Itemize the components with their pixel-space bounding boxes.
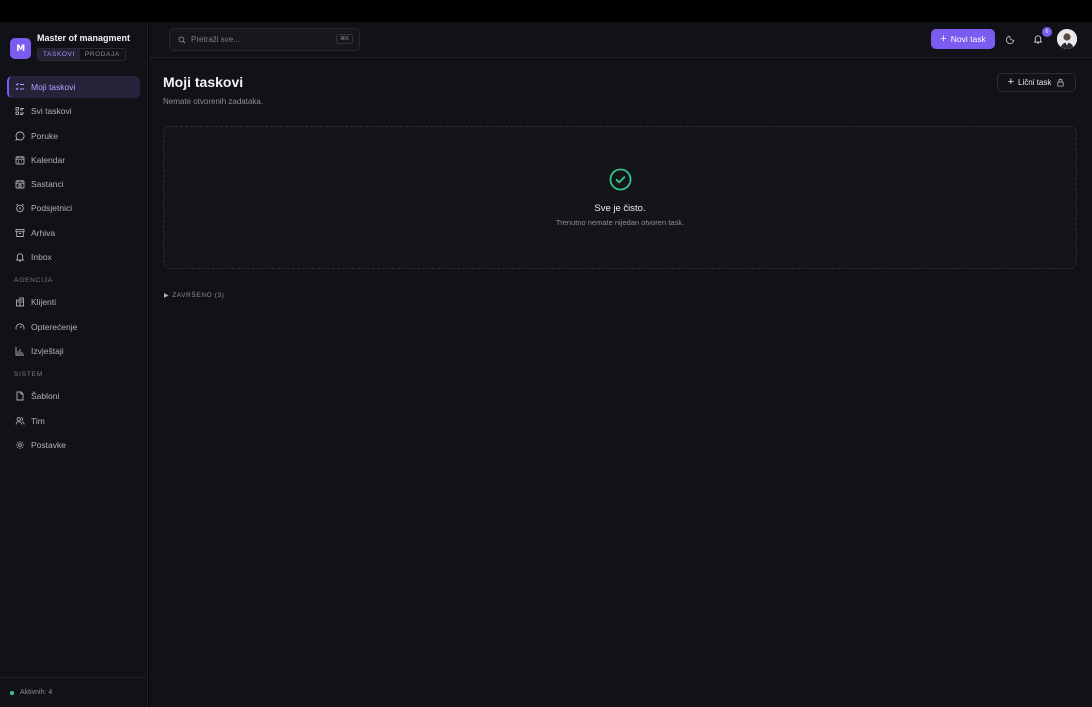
- workspace-tabs: TASKOVI PRODAJA: [37, 48, 126, 61]
- moon-icon: [1006, 34, 1016, 44]
- sidebar-item-postavke[interactable]: Postavke: [7, 434, 140, 456]
- section-label-sistem: SISTEM: [14, 371, 43, 379]
- search-icon: [178, 36, 186, 44]
- new-task-label: Novi task: [950, 34, 986, 44]
- bell-icon: [15, 252, 25, 262]
- lock-icon: [1057, 78, 1064, 87]
- plus-icon: +: [1007, 76, 1015, 88]
- page-title: Moji taskovi: [163, 74, 244, 90]
- message-icon: [15, 131, 25, 141]
- sidebar-item-label: Tim: [31, 415, 45, 426]
- active-users-status: Aktivnih: 4: [0, 677, 148, 707]
- new-task-button[interactable]: + Novi task: [931, 29, 995, 49]
- sidebar-item-label: Moji taskovi: [31, 82, 76, 92]
- user-photo-icon: [1057, 29, 1077, 49]
- plus-icon: +: [940, 32, 947, 45]
- online-dot-icon: [10, 690, 14, 695]
- meeting-calendar-icon: [15, 179, 25, 189]
- tab-taskovi[interactable]: TASKOVI: [38, 49, 80, 60]
- sidebar-item-label: Izvještaji: [31, 345, 64, 356]
- sidebar-item-label: Opterećenje: [31, 321, 78, 332]
- building-icon: [15, 297, 25, 307]
- sidebar-item-label: Klijenti: [31, 297, 57, 308]
- calendar-icon: [15, 155, 25, 165]
- search-input[interactable]: [191, 35, 331, 44]
- sidebar-item-izvjestaji[interactable]: Izvještaji: [7, 340, 140, 362]
- sidebar: M Master of managment TASKOVI PRODAJA Mo…: [0, 22, 148, 707]
- brand-title: Master of managment: [37, 33, 131, 43]
- empty-state-title: Sve je čisto.: [594, 203, 646, 214]
- check-circle-icon: [609, 168, 632, 191]
- personal-task-label: Lični task: [1018, 78, 1052, 87]
- sidebar-nav: Moji taskovi Svi taskovi Poruke Kalendar…: [7, 76, 140, 458]
- completed-section-toggle[interactable]: ▶ ZAVRŠENO (3): [164, 292, 224, 299]
- sidebar-item-label: Poruke: [31, 130, 58, 141]
- sidebar-item-arhiva[interactable]: Arhiva: [7, 222, 140, 244]
- list-icon: [15, 106, 25, 116]
- theme-toggle-button[interactable]: [1004, 32, 1018, 46]
- gauge-icon: [15, 322, 25, 332]
- page-subtitle: Nemate otvorenih zadataka.: [163, 97, 264, 106]
- brand: M Master of managment TASKOVI PRODAJA: [10, 33, 142, 63]
- gear-icon: [15, 440, 25, 450]
- sidebar-item-kalendar[interactable]: Kalendar: [7, 149, 140, 171]
- triangle-right-icon: ▶: [164, 293, 170, 299]
- tab-prodaja[interactable]: PRODAJA: [80, 49, 125, 60]
- sidebar-item-label: Arhiva: [31, 227, 56, 238]
- file-icon: [15, 391, 25, 401]
- bell-icon: [1033, 34, 1043, 44]
- sidebar-item-label: Svi taskovi: [31, 106, 72, 117]
- sidebar-item-svi-taskovi[interactable]: Svi taskovi: [7, 100, 140, 122]
- notification-badge: 6: [1042, 27, 1052, 37]
- sidebar-item-sastanci[interactable]: Sastanci: [7, 173, 140, 195]
- main-content: Moji taskovi Nemate otvorenih zadataka. …: [149, 58, 1092, 707]
- sidebar-item-podsjetnici[interactable]: Podsjetnici: [7, 197, 140, 219]
- avatar[interactable]: [1057, 29, 1077, 49]
- sidebar-item-label: Inbox: [31, 252, 52, 263]
- archive-icon: [15, 228, 25, 238]
- personal-task-button[interactable]: + Lični task: [997, 73, 1076, 92]
- section-label-agencija: AGENCIJA: [14, 277, 53, 285]
- empty-state-card: Sve je čisto. Trenutno nemate nijedan ot…: [163, 126, 1077, 269]
- search-box[interactable]: ⌘K: [169, 28, 360, 51]
- sidebar-item-poruke[interactable]: Poruke: [7, 125, 140, 147]
- window-top-bar: [0, 0, 1092, 22]
- bar-chart-icon: [15, 346, 25, 356]
- sidebar-item-moji-taskovi[interactable]: Moji taskovi: [7, 76, 140, 98]
- sidebar-item-label: Postavke: [31, 439, 66, 450]
- sidebar-item-inbox[interactable]: Inbox: [7, 246, 140, 268]
- sidebar-item-opterecenje[interactable]: Opterećenje: [7, 316, 140, 338]
- sidebar-item-label: Kalendar: [31, 154, 66, 165]
- users-icon: [15, 416, 25, 426]
- brand-logo[interactable]: M: [10, 38, 31, 59]
- sidebar-item-tim[interactable]: Tim: [7, 410, 140, 432]
- top-header: ⌘K + Novi task 6: [149, 22, 1092, 58]
- search-shortcut: ⌘K: [335, 34, 353, 44]
- completed-label: ZAVRŠENO (3): [172, 292, 225, 299]
- sidebar-item-label: Podsjetnici: [31, 203, 73, 214]
- brand-logo-text: M: [16, 43, 25, 54]
- sidebar-item-label: Sastanci: [31, 179, 64, 190]
- sidebar-item-label: Šabloni: [31, 391, 60, 402]
- empty-state-subtitle: Trenutno nemate nijedan otvoren task.: [555, 218, 685, 227]
- sidebar-item-sabloni[interactable]: Šabloni: [7, 385, 140, 407]
- active-count: Aktivnih: 4: [20, 689, 53, 696]
- alarm-clock-icon: [15, 203, 25, 213]
- list-check-icon: [15, 82, 25, 92]
- sidebar-item-klijenti[interactable]: Klijenti: [7, 291, 140, 313]
